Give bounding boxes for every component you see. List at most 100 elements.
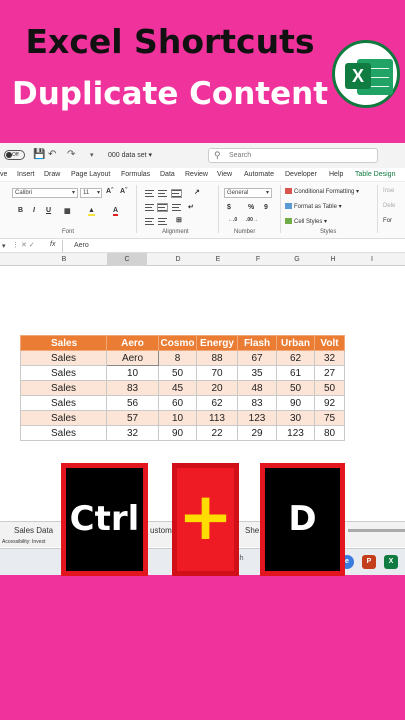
table-cell[interactable]: 83 xyxy=(106,380,159,396)
column-header[interactable]: F xyxy=(238,256,278,263)
tab-insert[interactable]: Insert xyxy=(17,171,35,178)
document-name[interactable]: 000 data set ▾ xyxy=(108,151,152,159)
font-color-icon[interactable]: A xyxy=(113,207,119,216)
tab-formulas[interactable]: Formulas xyxy=(121,171,150,178)
selected-cell[interactable]: Aero xyxy=(106,350,159,366)
orientation-icon[interactable]: ↗ xyxy=(194,188,200,196)
tab-developer[interactable]: Developer xyxy=(285,171,317,178)
accessibility-status[interactable]: Accessibility: Invest xyxy=(2,539,45,545)
name-box-dropdown-icon[interactable]: ▾ xyxy=(2,242,6,250)
powerpoint-icon[interactable]: P xyxy=(362,555,376,569)
customize-icon[interactable]: ▾ xyxy=(90,151,94,159)
table-cell[interactable]: 83 xyxy=(237,395,277,411)
column-header[interactable]: D xyxy=(158,256,198,263)
tab-home[interactable]: ve xyxy=(0,171,7,178)
column-header[interactable]: E xyxy=(198,256,238,263)
table-cell[interactable]: 45 xyxy=(158,380,197,396)
table-cell[interactable]: 32 xyxy=(314,350,345,366)
tab-automate[interactable]: Automate xyxy=(244,171,274,178)
autosave-toggle[interactable]: Off xyxy=(4,150,25,160)
decrease-decimal-icon[interactable]: .00→ xyxy=(246,217,258,223)
comma-icon[interactable]: 9 xyxy=(264,204,268,211)
table-cell[interactable]: 50 xyxy=(276,380,315,396)
table-cell[interactable]: 113 xyxy=(196,410,238,426)
format-as-table-button[interactable]: Format as Table ▾ xyxy=(285,203,342,210)
tab-draw[interactable]: Draw xyxy=(44,171,60,178)
align-right-icon[interactable] xyxy=(172,204,181,211)
table-cell[interactable]: 50 xyxy=(314,380,345,396)
fx-icon[interactable]: fx xyxy=(50,241,55,248)
table-cell[interactable]: Sales xyxy=(20,380,107,396)
table-cell[interactable]: Sales xyxy=(20,425,107,441)
table-header[interactable]: Aero xyxy=(106,335,159,351)
excel-taskbar-icon[interactable]: X xyxy=(384,555,398,569)
table-cell[interactable]: Sales xyxy=(20,395,107,411)
undo-icon[interactable]: ↶ xyxy=(48,149,56,160)
font-size-select[interactable]: 11 ▾ xyxy=(80,188,102,198)
underline-button[interactable]: U xyxy=(46,207,51,214)
column-header[interactable]: B xyxy=(44,256,84,263)
table-header[interactable]: Volt xyxy=(314,335,345,351)
column-header[interactable]: H xyxy=(313,256,353,263)
table-cell[interactable]: 60 xyxy=(158,395,197,411)
currency-icon[interactable]: $ xyxy=(227,204,231,211)
font-name-select[interactable]: Calibri ▾ xyxy=(12,188,78,198)
cell-styles-button[interactable]: Cell Styles ▾ xyxy=(285,218,327,225)
table-cell[interactable]: 32 xyxy=(106,425,159,441)
conditional-formatting-button[interactable]: Conditional Formatting ▾ xyxy=(285,188,359,195)
table-cell[interactable]: 22 xyxy=(196,425,238,441)
table-cell[interactable]: 70 xyxy=(196,365,238,381)
sheet-tab-sales-data[interactable]: Sales Data xyxy=(14,526,53,535)
table-cell[interactable]: 62 xyxy=(196,395,238,411)
table-cell[interactable]: 20 xyxy=(196,380,238,396)
borders-icon[interactable]: ▦ xyxy=(64,207,71,215)
column-header[interactable]: G xyxy=(277,256,317,263)
table-cell[interactable]: 50 xyxy=(158,365,197,381)
table-cell[interactable]: 27 xyxy=(314,365,345,381)
search-box[interactable]: ⚲ Search xyxy=(208,148,378,163)
tab-data[interactable]: Data xyxy=(160,171,175,178)
table-cell[interactable]: 92 xyxy=(314,395,345,411)
table-header[interactable]: Flash xyxy=(237,335,277,351)
format-cells-button[interactable]: For xyxy=(383,218,392,224)
table-cell[interactable]: 8 xyxy=(158,350,197,366)
column-header-selected[interactable]: C xyxy=(107,253,147,266)
table-cell[interactable]: 80 xyxy=(314,425,345,441)
table-header[interactable]: Energy xyxy=(196,335,238,351)
table-cell[interactable]: Sales xyxy=(20,410,107,426)
percent-icon[interactable]: % xyxy=(248,204,254,211)
table-cell[interactable]: 48 xyxy=(237,380,277,396)
table-cell[interactable]: 62 xyxy=(276,350,315,366)
tab-page-layout[interactable]: Page Layout xyxy=(71,171,110,178)
bottom-align-icon[interactable] xyxy=(171,189,182,198)
table-cell[interactable]: 61 xyxy=(276,365,315,381)
column-header[interactable]: I xyxy=(352,256,392,263)
bold-button[interactable]: B xyxy=(18,207,23,214)
table-cell[interactable]: 29 xyxy=(237,425,277,441)
table-cell[interactable]: Sales xyxy=(20,365,107,381)
decrease-indent-icon[interactable] xyxy=(145,218,154,225)
table-cell[interactable]: 123 xyxy=(237,410,277,426)
horizontal-scrollbar[interactable] xyxy=(348,529,405,532)
middle-align-icon[interactable] xyxy=(158,190,167,197)
number-format-select[interactable]: General ▾ xyxy=(224,188,272,198)
align-left-icon[interactable] xyxy=(145,204,154,211)
table-cell[interactable]: 35 xyxy=(237,365,277,381)
save-icon[interactable]: 💾 xyxy=(33,149,45,160)
table-cell[interactable]: 10 xyxy=(158,410,197,426)
table-cell[interactable]: 123 xyxy=(276,425,315,441)
table-cell[interactable]: 75 xyxy=(314,410,345,426)
table-cell[interactable]: 10 xyxy=(106,365,159,381)
wrap-text-icon[interactable]: ↵ xyxy=(188,203,194,211)
align-center-icon[interactable] xyxy=(157,203,168,212)
formula-content[interactable]: Aero xyxy=(74,242,89,249)
table-cell[interactable]: 56 xyxy=(106,395,159,411)
table-cell[interactable]: 90 xyxy=(276,395,315,411)
table-cell[interactable]: 30 xyxy=(276,410,315,426)
increase-decimal-icon[interactable]: ←.0 xyxy=(228,217,237,223)
fill-color-icon[interactable]: ▲ xyxy=(88,207,95,216)
tab-view[interactable]: View xyxy=(217,171,232,178)
sheet-tab-custom[interactable]: ustom xyxy=(150,526,172,535)
table-header[interactable]: Sales xyxy=(20,335,107,351)
increase-indent-icon[interactable] xyxy=(158,218,167,225)
